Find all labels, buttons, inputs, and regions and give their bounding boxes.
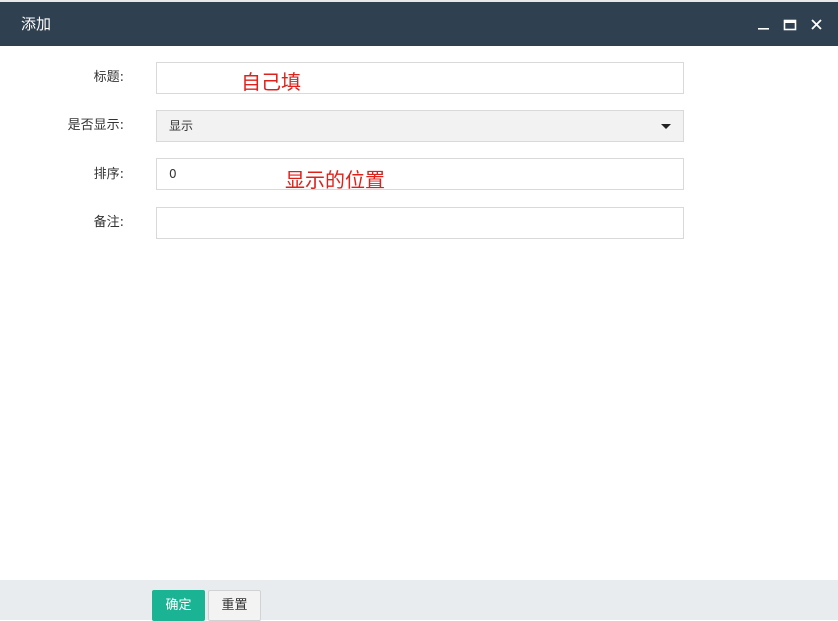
close-icon[interactable] bbox=[808, 14, 826, 34]
remark-label: 备注: bbox=[93, 215, 124, 230]
display-selected-value: 显示 bbox=[169, 119, 194, 133]
sort-input[interactable]: 0 bbox=[156, 158, 684, 190]
dialog-footer: 确定 重置 bbox=[0, 580, 838, 621]
caret-down-icon bbox=[661, 124, 671, 129]
dialog-titlebar: 添加 bbox=[0, 0, 838, 46]
reset-button[interactable]: 重置 bbox=[208, 590, 261, 621]
title-annotation: 自己填 bbox=[241, 70, 301, 94]
sort-label: 排序: bbox=[93, 167, 124, 182]
confirm-button[interactable]: 确定 bbox=[152, 590, 205, 621]
title-input[interactable] bbox=[156, 62, 684, 94]
display-label: 是否显示: bbox=[67, 118, 124, 133]
sort-annotation: 显示的位置 bbox=[285, 168, 385, 192]
remark-input[interactable] bbox=[156, 207, 684, 239]
dialog-title: 添加 bbox=[21, 15, 52, 33]
display-select[interactable]: 显示 bbox=[156, 110, 684, 142]
maximize-icon[interactable] bbox=[781, 14, 799, 34]
minimize-icon[interactable] bbox=[755, 14, 773, 34]
title-label: 标题: bbox=[93, 70, 124, 85]
